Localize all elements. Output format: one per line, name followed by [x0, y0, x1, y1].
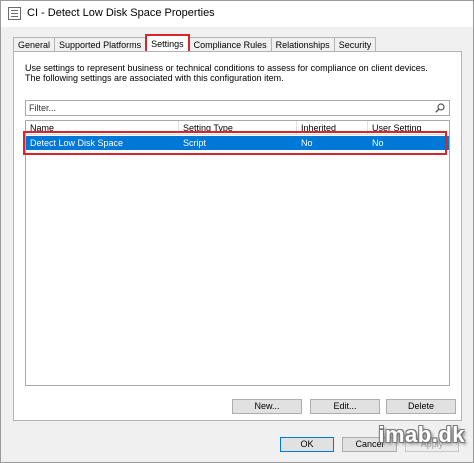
settings-list[interactable]: Name Setting Type Inherited User Setting…: [25, 120, 450, 386]
settings-panel: Use settings to represent business or te…: [13, 51, 462, 421]
row-setting-type: Script: [183, 138, 207, 148]
tab-supported-platforms[interactable]: Supported Platforms: [54, 37, 147, 51]
tab-compliance-rules[interactable]: Compliance Rules: [188, 37, 272, 51]
window-title: CI - Detect Low Disk Space Properties: [27, 7, 215, 19]
tab-general[interactable]: General: [13, 37, 56, 51]
table-row[interactable]: Detect Low Disk Space Script No No: [26, 136, 449, 150]
new-button[interactable]: New...: [232, 399, 302, 414]
title-bar: CI - Detect Low Disk Space Properties: [1, 1, 473, 27]
column-header-setting-type[interactable]: Setting Type: [179, 121, 297, 135]
settings-description: Use settings to represent business or te…: [25, 63, 428, 83]
tab-settings[interactable]: Settings: [145, 34, 190, 51]
row-inherited: No: [301, 138, 313, 148]
filter-box[interactable]: [25, 100, 450, 116]
edit-button[interactable]: Edit...: [310, 399, 380, 414]
delete-button[interactable]: Delete: [386, 399, 456, 414]
list-header: Name Setting Type Inherited User Setting: [26, 121, 449, 135]
row-name: Detect Low Disk Space: [30, 138, 124, 148]
search-icon[interactable]: [435, 103, 445, 113]
filter-input[interactable]: [29, 102, 419, 114]
ok-button[interactable]: OK: [280, 437, 334, 452]
row-user-setting: No: [372, 138, 384, 148]
properties-window-icon: [8, 7, 21, 20]
tab-security[interactable]: Security: [333, 37, 377, 51]
watermark: imab.dk: [378, 422, 465, 447]
properties-window: CI - Detect Low Disk Space Properties Ge…: [0, 0, 474, 463]
column-header-name[interactable]: Name: [26, 121, 179, 135]
tab-strip: General Supported Platforms Settings Com…: [13, 34, 377, 51]
column-header-inherited[interactable]: Inherited: [297, 121, 368, 135]
column-header-user-setting[interactable]: User Setting: [368, 121, 449, 135]
tab-relationships[interactable]: Relationships: [270, 37, 335, 51]
